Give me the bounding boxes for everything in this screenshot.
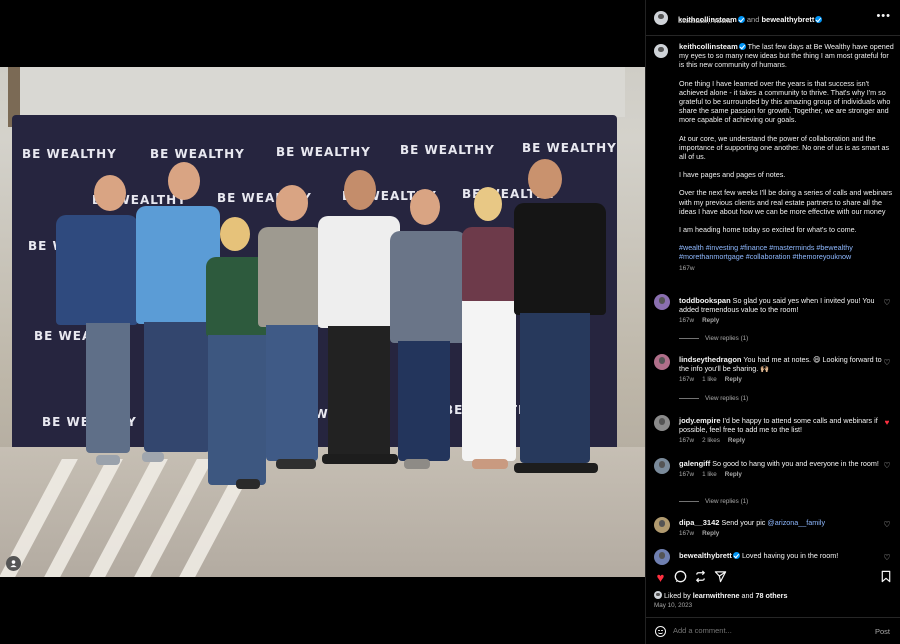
verified-icon <box>738 43 746 50</box>
caption-p5: Over the next few weeks I'll be doing a … <box>679 188 893 216</box>
caption-hashtags[interactable]: #wealth #investing #finance #masterminds… <box>679 243 895 261</box>
verified-icon <box>732 552 740 559</box>
repost-icon[interactable] <box>693 570 708 585</box>
heart-filled-icon[interactable]: ♥ <box>883 419 891 427</box>
view-replies-button[interactable]: View replies (1) <box>679 335 748 342</box>
comment: galengiff So good to hang with you and e… <box>679 459 891 479</box>
likes-middle: and <box>739 591 756 600</box>
post-comment-button[interactable]: Post <box>875 627 890 636</box>
comment-likes[interactable]: 2 likes <box>702 437 720 444</box>
comment: dipa__3142 Send your pic @arizona__famil… <box>679 518 891 538</box>
avatar[interactable] <box>654 549 670 565</box>
comment-mention[interactable]: @arizona__family <box>767 518 825 527</box>
heart-outline-icon[interactable]: ♡ <box>883 299 891 307</box>
comment-icon[interactable] <box>673 570 688 585</box>
comment-time: 167w <box>679 317 695 325</box>
comment-time: 167w <box>679 376 695 384</box>
send-icon[interactable] <box>713 570 728 585</box>
post-side-panel: keithcollinsteam and bewealthybrett Scot… <box>645 0 900 644</box>
comment-username[interactable]: dipa__3142 <box>679 518 719 527</box>
comment: jody.empire I'd be happy to attend some … <box>679 416 891 446</box>
likes-others[interactable]: 78 others <box>756 591 788 600</box>
view-replies-button[interactable]: View replies (1) <box>679 498 748 505</box>
avatar[interactable] <box>654 354 670 370</box>
comment-time: 167w <box>679 437 695 445</box>
header-location[interactable]: Scottsdale, Arizona <box>678 18 732 25</box>
backdrop-logo: BE WEALTHY <box>522 141 617 155</box>
comment-text: So good to hang with you and everyone in… <box>712 459 879 468</box>
caption-p3: At our core, we understand the power of … <box>679 133 890 162</box>
header-user2[interactable]: bewealthybrett <box>761 15 814 24</box>
caption-time: 167w <box>679 264 695 272</box>
caption-p6: I am heading home today so excited for w… <box>679 225 857 235</box>
comment: toddbookspan So glad you said yes when I… <box>679 296 891 326</box>
more-horizontal-icon[interactable]: ••• <box>876 10 891 22</box>
comment-likes[interactable]: 1 like <box>702 376 717 383</box>
comment-text: Send your pic <box>721 518 768 527</box>
avatar[interactable] <box>654 44 668 58</box>
backdrop-logo: BE WEALTHY <box>276 145 371 159</box>
reply-button[interactable]: Reply <box>725 471 742 478</box>
reply-button[interactable]: Reply <box>725 376 742 383</box>
reply-button[interactable]: Reply <box>702 530 719 537</box>
heart-outline-icon[interactable]: ♡ <box>883 554 891 562</box>
heart-outline-icon[interactable]: ♡ <box>883 521 891 529</box>
avatar[interactable] <box>654 415 670 431</box>
bookmark-icon[interactable] <box>878 570 893 585</box>
comment-time: 167w <box>679 530 695 538</box>
likes-user[interactable]: learnwithrene <box>693 591 740 600</box>
avatar[interactable] <box>654 517 670 533</box>
comment-time: 167w <box>679 471 695 479</box>
caption-p4: I have pages and pages of notes. <box>679 170 786 180</box>
comment: lindseythedragon You had me at notes. 😄 … <box>679 355 891 385</box>
avatar[interactable] <box>654 294 670 310</box>
backdrop-logo: BE WEALTHY <box>22 147 117 161</box>
avatar[interactable] <box>654 11 668 25</box>
comment-username[interactable]: lindseythedragon <box>679 355 742 364</box>
caption-p2: One thing I have learned over the years … <box>679 78 891 125</box>
view-replies-button[interactable]: View replies (1) <box>679 395 748 402</box>
comment-username[interactable]: jody.empire <box>679 416 721 425</box>
media-panel: BE WEALTHY BE WEALTHY BE WEALTHY BE WEAL… <box>0 0 645 644</box>
reply-button[interactable]: Reply <box>702 317 719 324</box>
heart-outline-icon[interactable]: ♡ <box>883 359 891 367</box>
verified-icon <box>737 16 745 23</box>
comment-username[interactable]: galengiff <box>679 459 710 468</box>
post-photo[interactable]: BE WEALTHY BE WEALTHY BE WEALTHY BE WEAL… <box>0 67 645 577</box>
emoji-icon[interactable] <box>655 626 666 637</box>
likes-summary[interactable]: Liked by learnwithrene and 78 others <box>654 591 787 600</box>
comment-username[interactable]: bewealthybrett <box>679 551 732 560</box>
heart-filled-icon[interactable]: ♥ <box>653 570 668 585</box>
post-actions: ♥ <box>646 566 900 590</box>
heart-outline-icon[interactable]: ♡ <box>883 462 891 470</box>
verified-icon <box>815 16 823 23</box>
caption-username[interactable]: keithcollinsteam <box>679 42 738 51</box>
post-caption: keithcollinsteam The last few days at Be… <box>679 42 895 273</box>
comment-username[interactable]: toddbookspan <box>679 296 731 305</box>
instagram-post-view: BE WEALTHY BE WEALTHY BE WEALTHY BE WEAL… <box>0 0 900 644</box>
tagged-users-icon[interactable] <box>6 556 21 571</box>
backdrop-logo: BE WEALTHY <box>150 147 245 161</box>
avatar[interactable] <box>654 458 670 474</box>
comment-likes[interactable]: 1 like <box>702 471 717 478</box>
post-date: May 10, 2023 <box>654 602 693 609</box>
photo-wall <box>20 67 625 117</box>
reply-button[interactable]: Reply <box>728 437 745 444</box>
comment-text: Loved having you in the room! <box>741 551 839 560</box>
header-and: and <box>744 15 762 24</box>
post-header: keithcollinsteam and bewealthybrett Scot… <box>646 0 900 36</box>
likes-prefix: Liked by <box>664 591 693 600</box>
backdrop-logo: BE WEALTHY <box>400 143 495 157</box>
avatar <box>654 591 662 599</box>
add-comment-bar: Post <box>646 617 900 644</box>
comment: bewealthybrett Loved having you in the r… <box>679 551 891 560</box>
comment-input[interactable] <box>673 626 853 635</box>
